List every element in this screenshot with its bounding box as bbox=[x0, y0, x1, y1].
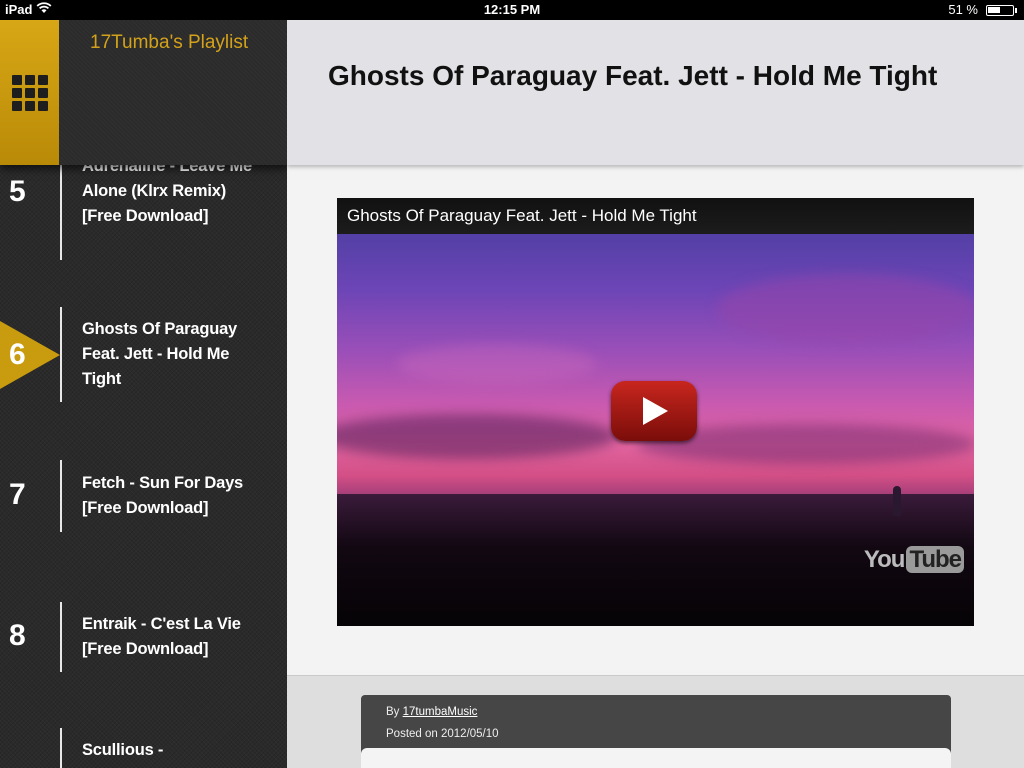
post-info-area: By 17tumbaMusic Posted on 2012/05/10 bbox=[287, 675, 1024, 768]
sidebar-header: 17Tumba's Playlist bbox=[0, 20, 287, 165]
clock: 12:15 PM bbox=[483, 2, 541, 17]
track-divider bbox=[60, 307, 62, 402]
track-divider bbox=[60, 728, 62, 768]
track-title: Fetch - Sun For Days [Free Download] bbox=[82, 474, 244, 517]
track-item[interactable]: 8 Entraik - C'est La Vie [Free Download] bbox=[0, 602, 287, 702]
post-meta-card: By 17tumbaMusic Posted on 2012/05/10 bbox=[361, 695, 951, 768]
play-button[interactable] bbox=[611, 381, 697, 441]
playlist-title: 17Tumba's Playlist bbox=[90, 32, 249, 53]
author-link[interactable]: 17tumbaMusic bbox=[403, 706, 478, 718]
track-number: 6 bbox=[9, 338, 26, 371]
track-header: Ghosts Of Paraguay Feat. Jett - Hold Me … bbox=[287, 20, 1024, 165]
track-item[interactable]: 7 Fetch - Sun For Days [Free Download] bbox=[0, 460, 287, 560]
track-number: 8 bbox=[9, 619, 26, 652]
track-title: Ghosts Of Paraguay Feat. Jett - Hold Me … bbox=[82, 320, 238, 388]
track-title: Scullious - bbox=[82, 741, 164, 759]
track-number: 5 bbox=[9, 175, 26, 208]
grid-menu-button[interactable] bbox=[0, 20, 59, 165]
playlist-sidebar: 17Tumba's Playlist 5 Adrenaline - Leave … bbox=[0, 20, 287, 768]
logo-you: You bbox=[863, 546, 906, 573]
youtube-logo[interactable]: You Tube bbox=[864, 546, 964, 574]
video-title-bar: Ghosts Of Paraguay Feat. Jett - Hold Me … bbox=[337, 198, 974, 234]
track-item[interactable]: Scullious - bbox=[0, 726, 287, 768]
post-body bbox=[361, 748, 951, 768]
posted-date: Posted on 2012/05/10 bbox=[386, 728, 499, 740]
posted-by: By 17tumbaMusic bbox=[386, 706, 477, 718]
status-bar: iPad 12:15 PM 51 % bbox=[0, 0, 1024, 20]
track-number: 7 bbox=[9, 478, 26, 511]
battery-icon bbox=[986, 5, 1017, 16]
track-title: Adrenaline - Leave Me Alone (Klrx Remix)… bbox=[82, 157, 253, 225]
grid-icon bbox=[12, 75, 48, 111]
by-prefix: By bbox=[386, 706, 400, 718]
silhouette bbox=[893, 486, 901, 516]
battery-percentage: 51 % bbox=[948, 2, 978, 17]
logo-tube: Tube bbox=[906, 546, 964, 573]
track-divider bbox=[60, 460, 62, 532]
video-title: Ghosts Of Paraguay Feat. Jett - Hold Me … bbox=[347, 206, 697, 225]
video-player[interactable]: Ghosts Of Paraguay Feat. Jett - Hold Me … bbox=[337, 198, 974, 626]
track-title: Entraik - C'est La Vie [Free Download] bbox=[82, 615, 241, 658]
track-divider bbox=[60, 163, 62, 260]
track-item-current[interactable]: 6 Ghosts Of Paraguay Feat. Jett - Hold M… bbox=[0, 305, 287, 405]
main-content: Ghosts Of Paraguay Feat. Jett - Hold Me … bbox=[287, 20, 1024, 768]
track-divider bbox=[60, 602, 62, 672]
page-title: Ghosts Of Paraguay Feat. Jett - Hold Me … bbox=[328, 60, 938, 91]
